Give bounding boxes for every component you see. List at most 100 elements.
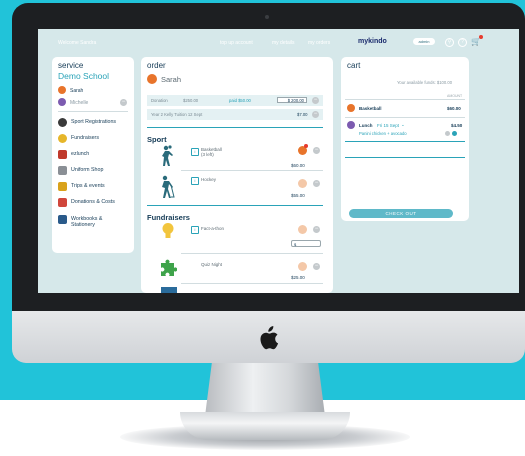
monitor-stand-base [180,412,350,440]
sport-item-note: (3 left) [201,152,214,157]
tuition-label: Year 2 Kelly Tuition 12 Sept [151,112,203,117]
sport-section-title: Sport [147,135,167,144]
monitor-stand [205,360,325,416]
book-icon [58,215,67,224]
sport-item-price: $60.00 [291,163,305,168]
cart-rule [345,157,465,158]
sarah-avatar[interactable] [58,86,66,94]
donation-amount: $250.00 [183,98,199,103]
apple-logo-icon [260,326,279,350]
soccer-ball-icon [58,118,67,127]
child-michelle[interactable]: Michelle [70,100,88,106]
michelle-avatar[interactable] [58,98,66,106]
checkout-button[interactable]: CHECK OUT [349,209,453,218]
divider [181,170,323,171]
tuition-amount: $7.00 [297,112,308,117]
service-item-uniform[interactable]: Uniform Shop [58,165,128,177]
info-icon[interactable]: i [191,226,199,234]
tuition-row: Year 2 Kelly Tuition 12 Sept $7.00 − [147,109,323,120]
service-item-trips[interactable]: Trips & events [58,181,128,193]
coins-icon [58,134,67,143]
add-fact-a-thon-icon[interactable] [298,225,307,234]
cart-item-detail: Panini chicken + avocado [359,131,407,136]
remove-donation-button[interactable]: − [312,97,319,104]
remove-hockey-button[interactable]: − [313,180,320,187]
order-panel: order Sarah Donation $250.00 paid $50.00… [141,57,333,293]
lunchbox-icon [58,150,67,159]
my-orders-link[interactable]: my orders [308,40,330,46]
donation-row: Donation $250.00 paid $50.00 $ 200.00 − [147,95,323,106]
cart-item-avatar [347,121,355,129]
shirt-icon [58,166,67,175]
basketball-player-icon [162,145,173,166]
divider [58,111,128,112]
admin-button[interactable]: admin [413,38,435,45]
section-rule [147,127,323,128]
cart-title: cart [347,61,361,70]
service-item-sport[interactable]: Sport Registrations [58,117,128,129]
fund-item-price: $25.00 [291,275,305,280]
app-screen: Welcome Sandra top up account my details… [38,29,519,293]
remove-child-button[interactable]: − [120,99,127,106]
fund-item-name: Quiz Night [201,262,223,267]
cart-item-amount: $60.00 [447,106,461,111]
service-item-workbooks[interactable]: Workbooks & Stationery [58,214,128,234]
sport-item-price: $55.00 [291,193,305,198]
add-hockey-icon[interactable] [298,179,307,188]
add-quiz-night-icon[interactable] [298,262,307,271]
cart-badge [479,35,483,39]
cart-rule [345,141,465,142]
fund-item-name: Fact-a-thon [201,226,225,231]
remove-fact-a-thon-button[interactable]: − [313,226,320,233]
add-item-icon[interactable] [452,131,457,136]
chevron-down-icon[interactable]: ⌄ [401,122,405,128]
donation-input[interactable]: $ 200.00 [277,97,307,103]
section-rule [147,205,323,206]
cart-item-name: Basketball [359,106,382,111]
camera-icon [265,15,269,19]
service-item-label: Donations & Costs [71,199,115,205]
service-item-label: Trips & events [71,183,105,189]
remove-quiz-night-button[interactable]: − [313,263,320,270]
help-icon[interactable]: ? [458,38,467,47]
service-panel: service Demo School Sarah Michelle − Spo… [52,57,134,253]
search-icon[interactable]: ⚲ [445,38,454,47]
fact-a-thon-amount-input[interactable]: $ [291,240,321,247]
available-funds: Your available funds: $100.00 [397,80,453,85]
brand-logo: mykindo [358,38,387,45]
puzzle-icon [161,259,177,276]
info-icon[interactable]: i [191,148,199,156]
service-item-ezlunch[interactable]: ezlunch [58,149,128,161]
donation-label: Donation [151,98,168,103]
service-item-label: Sport Registrations [71,119,117,125]
cart-item-amount: $4.50 [451,123,463,128]
remove-basketball-button[interactable]: − [313,147,320,154]
cart-item-name: Lunch [359,123,373,128]
hockey-player-icon [162,175,175,198]
cart-item-avatar [347,104,355,112]
sport-item-name: Hockey [201,177,217,182]
service-item-fundraisers[interactable]: Fundraisers [58,133,128,145]
remove-item-icon[interactable] [445,131,450,136]
added-badge [304,144,308,148]
amount-column-header: AMOUNT [447,94,463,98]
top-nav: Welcome Sandra top up account my details… [38,29,519,57]
divider [345,117,465,118]
bus-icon [58,182,67,191]
order-title: order [147,61,166,70]
divider [345,99,465,100]
service-item-donations[interactable]: Donations & Costs [58,197,128,209]
service-item-label: Fundraisers [71,135,99,141]
service-title: service [58,61,84,70]
divider [181,283,323,284]
child-sarah[interactable]: Sarah [70,88,83,94]
my-details-link[interactable]: my details [272,40,295,46]
next-item-icon [161,287,177,293]
welcome-text: Welcome Sandra [58,40,97,46]
info-icon[interactable]: i [191,177,199,185]
service-item-label: Uniform Shop [71,167,104,173]
top-up-link[interactable]: top up account [220,40,253,46]
cart-panel: cart Your available funds: $100.00 AMOUN… [341,57,469,221]
order-child-avatar [147,74,157,84]
remove-tuition-button[interactable]: − [312,111,319,118]
